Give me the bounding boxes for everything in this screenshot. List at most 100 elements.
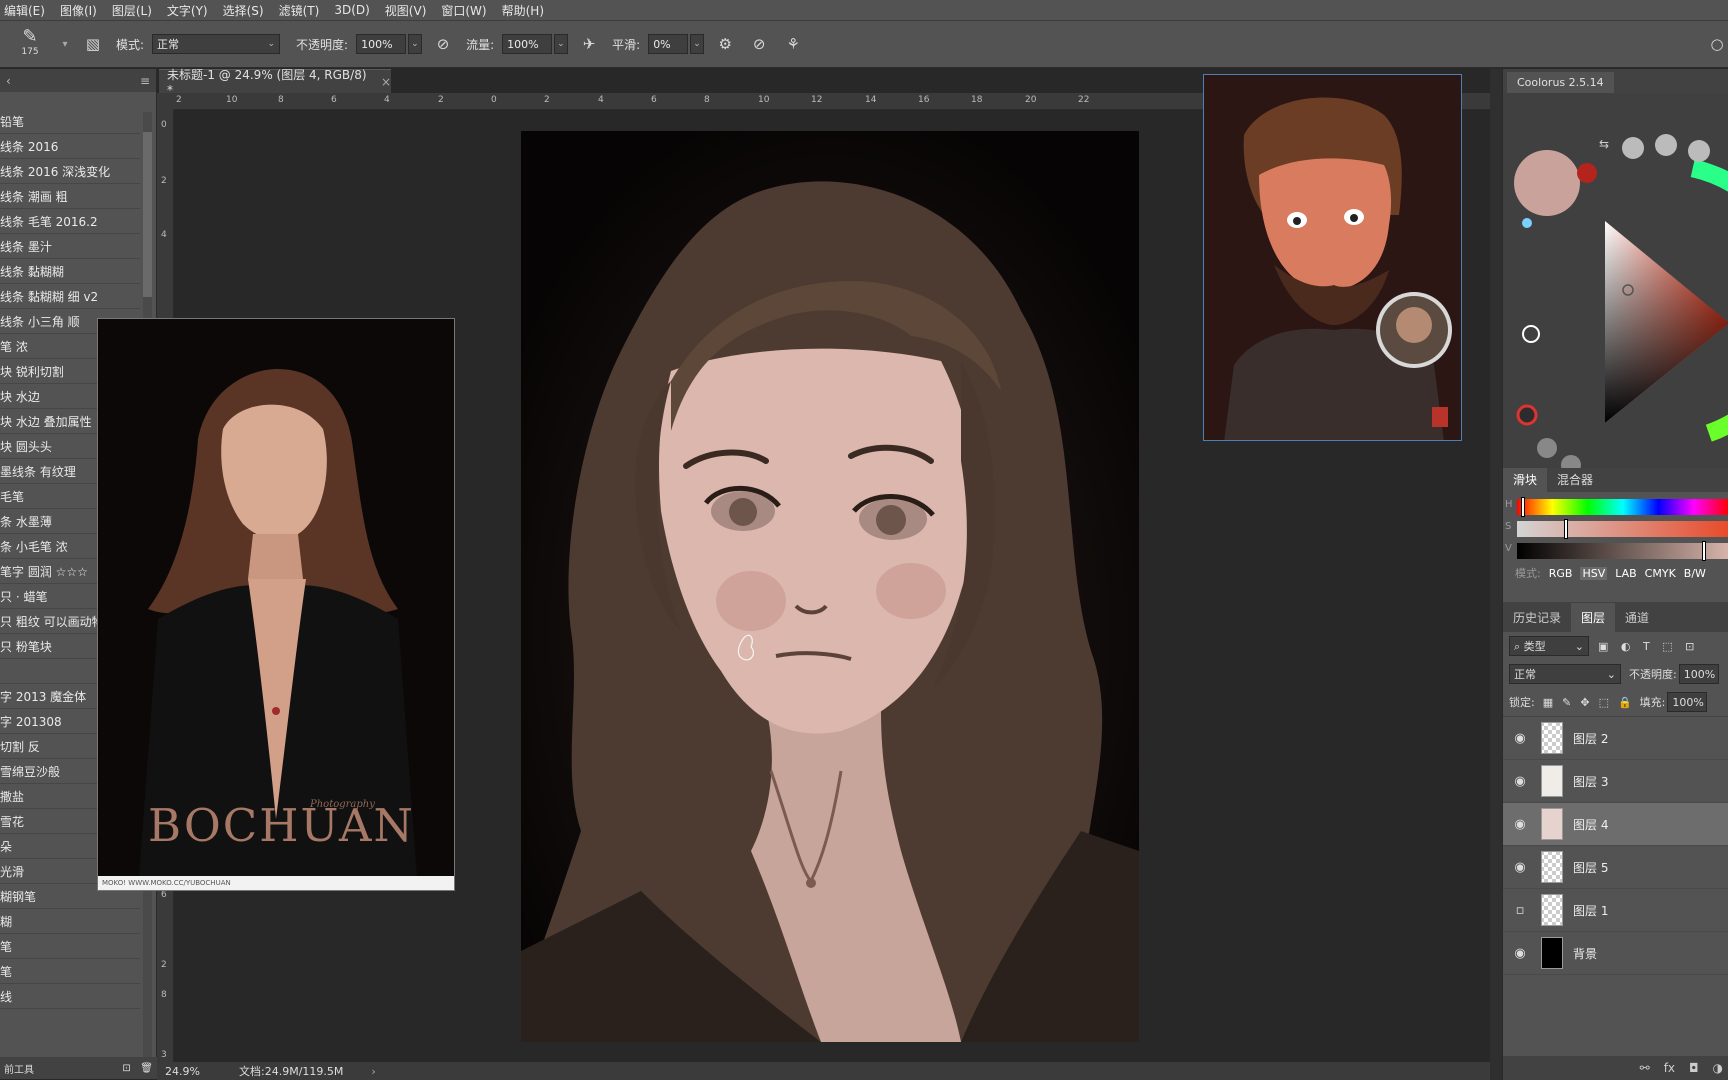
value-slider[interactable] (1517, 541, 1728, 561)
filter-text-icon[interactable]: T (1643, 640, 1650, 653)
painting-canvas[interactable] (521, 131, 1139, 1042)
tab-slider[interactable]: 滑块 (1503, 468, 1548, 492)
flow-dropdown[interactable]: ⌄ (554, 34, 569, 54)
hue-slider[interactable] (1517, 497, 1728, 517)
lock-move-icon[interactable]: ✥ (1580, 696, 1589, 709)
layer-row[interactable]: ▫ 图层 1 (1503, 889, 1728, 932)
layer-row[interactable]: ◉ 图层 4 (1503, 803, 1728, 846)
brush-preset-item[interactable]: 笔 (0, 934, 140, 959)
airbrush-icon[interactable]: ✈ (578, 33, 600, 55)
filter-pixel-icon[interactable]: ▣ (1598, 640, 1608, 653)
smooth-dropdown[interactable]: ⌄ (690, 34, 705, 54)
layer-thumbnail[interactable] (1541, 894, 1563, 926)
pressure-opacity-icon[interactable]: ⊘ (432, 33, 454, 55)
value-handle[interactable] (1701, 541, 1706, 561)
panel-menu-icon[interactable]: ≡ (140, 74, 150, 88)
mask-icon[interactable]: ◘ (1689, 1061, 1699, 1075)
smooth-input[interactable]: 0% (648, 34, 689, 54)
layer-row[interactable]: ◉ 背景 (1503, 932, 1728, 975)
brush-preset-item[interactable]: 笔 (0, 959, 140, 984)
menu-help[interactable]: 帮助(H) (502, 2, 544, 19)
tab-mixer[interactable]: 混合器 (1547, 468, 1603, 492)
secondary-color-swatch[interactable] (1577, 163, 1597, 183)
eye-icon[interactable]: ◉ (1509, 731, 1531, 746)
lock-all-icon[interactable]: 🔒 (1618, 696, 1632, 709)
brush-preset-item[interactable]: 线条 2016 (0, 134, 140, 159)
layer-row[interactable]: ◉ 图层 2 (1503, 717, 1728, 760)
menu-view[interactable]: 视图(V) (385, 2, 427, 19)
opacity-input[interactable]: 100% (356, 34, 407, 54)
mode-select[interactable]: 正常 ⌄ (152, 34, 281, 54)
layer-row[interactable]: ◉ 图层 5 (1503, 846, 1728, 889)
layer-row[interactable]: ◉ 图层 3 (1503, 760, 1728, 803)
lock-artboard-icon[interactable]: ⬚ (1599, 696, 1609, 709)
tab-channels[interactable]: 通道 (1615, 603, 1659, 632)
layer-name[interactable]: 图层 2 (1573, 730, 1608, 747)
menu-filter[interactable]: 滤镜(T) (279, 2, 320, 19)
fill-input[interactable]: 100% (1667, 692, 1708, 712)
layer-thumbnail[interactable] (1541, 722, 1563, 754)
zoom-level[interactable]: 24.9% (165, 1065, 235, 1078)
current-color-swatch[interactable] (1514, 150, 1580, 216)
layer-name[interactable]: 图层 5 (1573, 859, 1608, 876)
lock-transparent-icon[interactable]: ▦ (1543, 696, 1553, 709)
eye-icon[interactable]: ◉ (1509, 860, 1531, 875)
brush-preset-picker[interactable]: ✎ 175 (14, 27, 46, 61)
symmetry-butterfly-icon[interactable]: ⚘ (782, 33, 804, 55)
brush-preset-item[interactable]: 线条 黏糊糊 (0, 259, 140, 284)
gear-icon[interactable]: ⚙ (714, 33, 736, 55)
pressure-size-icon[interactable]: ⊘ (748, 33, 770, 55)
menu-layer[interactable]: 图层(L) (112, 2, 152, 19)
search-icon[interactable]: ○ (1706, 33, 1728, 55)
filter-smart-icon[interactable]: ⊡ (1685, 640, 1694, 653)
brush-preset-item[interactable]: 线条 墨汁 (0, 234, 140, 259)
menu-type[interactable]: 文字(Y) (167, 2, 208, 19)
lock-brush-icon[interactable]: ✎ (1562, 696, 1571, 709)
mode-cmyk[interactable]: CMYK (1645, 567, 1676, 580)
coolorus-color-wheel-area[interactable]: ⇆ (1503, 93, 1728, 475)
opacity-dropdown[interactable]: ⌄ (408, 34, 423, 54)
tab-history[interactable]: 历史记录 (1503, 603, 1571, 632)
brush-preset-item[interactable]: 铅笔 (0, 109, 140, 134)
trash-icon[interactable]: 🗑 (140, 1063, 153, 1074)
reference-photo[interactable]: Photography BOCHUAN MOKO! WWW.MOKO.CC/YU… (97, 318, 455, 891)
menu-select[interactable]: 选择(S) (223, 2, 264, 19)
saturation-slider[interactable] (1517, 519, 1728, 539)
eye-icon[interactable]: ◉ (1509, 946, 1531, 961)
mode-bw[interactable]: B/W (1684, 567, 1706, 580)
layer-name[interactable]: 图层 3 (1573, 773, 1608, 790)
menu-3d[interactable]: 3D(D) (334, 3, 369, 17)
tab-layers[interactable]: 图层 (1571, 603, 1616, 632)
reference-cartoon[interactable] (1203, 74, 1462, 441)
fx-icon[interactable]: fx (1664, 1061, 1675, 1075)
layer-name[interactable]: 背景 (1573, 945, 1597, 962)
menu-image[interactable]: 图像(I) (60, 2, 97, 19)
menu-window[interactable]: 窗口(W) (441, 2, 486, 19)
brush-preset-item[interactable]: 糊 (0, 909, 140, 934)
layer-name[interactable]: 图层 4 (1573, 816, 1608, 833)
brush-settings-icon[interactable]: ▧ (82, 33, 104, 55)
filter-shape-icon[interactable]: ⬚ (1662, 640, 1672, 653)
brush-preset-item[interactable]: 线条 毛笔 2016.2 (0, 209, 140, 234)
chevron-right-icon[interactable]: › (371, 1065, 375, 1078)
mode-lab[interactable]: LAB (1615, 567, 1636, 580)
layer-opacity-input[interactable]: 100% (1678, 664, 1719, 684)
brush-preset-item[interactable]: 线条 2016 深浅变化 (0, 159, 140, 184)
hidden-eye-icon[interactable]: ▫ (1509, 903, 1531, 918)
chevron-down-icon[interactable]: ▾ (54, 33, 76, 55)
eye-icon[interactable]: ◉ (1509, 817, 1531, 832)
mode-rgb[interactable]: RGB (1549, 567, 1573, 580)
scroll-thumb[interactable] (143, 132, 152, 297)
blend-mode-select[interactable]: 正常 ⌄ (1509, 664, 1621, 684)
flow-input[interactable]: 100% (502, 34, 553, 54)
document-tab[interactable]: 未标题-1 @ 24.9% (图层 4, RGB/8) * × (159, 68, 391, 97)
swap-colors-icon[interactable]: ⇆ (1599, 137, 1609, 151)
coolorus-title[interactable]: Coolorus 2.5.14 (1507, 72, 1614, 93)
saturation-handle[interactable] (1563, 519, 1568, 539)
mode-hsv[interactable]: HSV (1580, 566, 1608, 580)
brush-preset-item[interactable]: 线 (0, 984, 140, 1009)
brush-preset-item[interactable]: 线条 潮画 粗 (0, 184, 140, 209)
layer-thumbnail[interactable] (1541, 808, 1563, 840)
layer-thumbnail[interactable] (1541, 765, 1563, 797)
filter-adjust-icon[interactable]: ◐ (1621, 640, 1631, 653)
